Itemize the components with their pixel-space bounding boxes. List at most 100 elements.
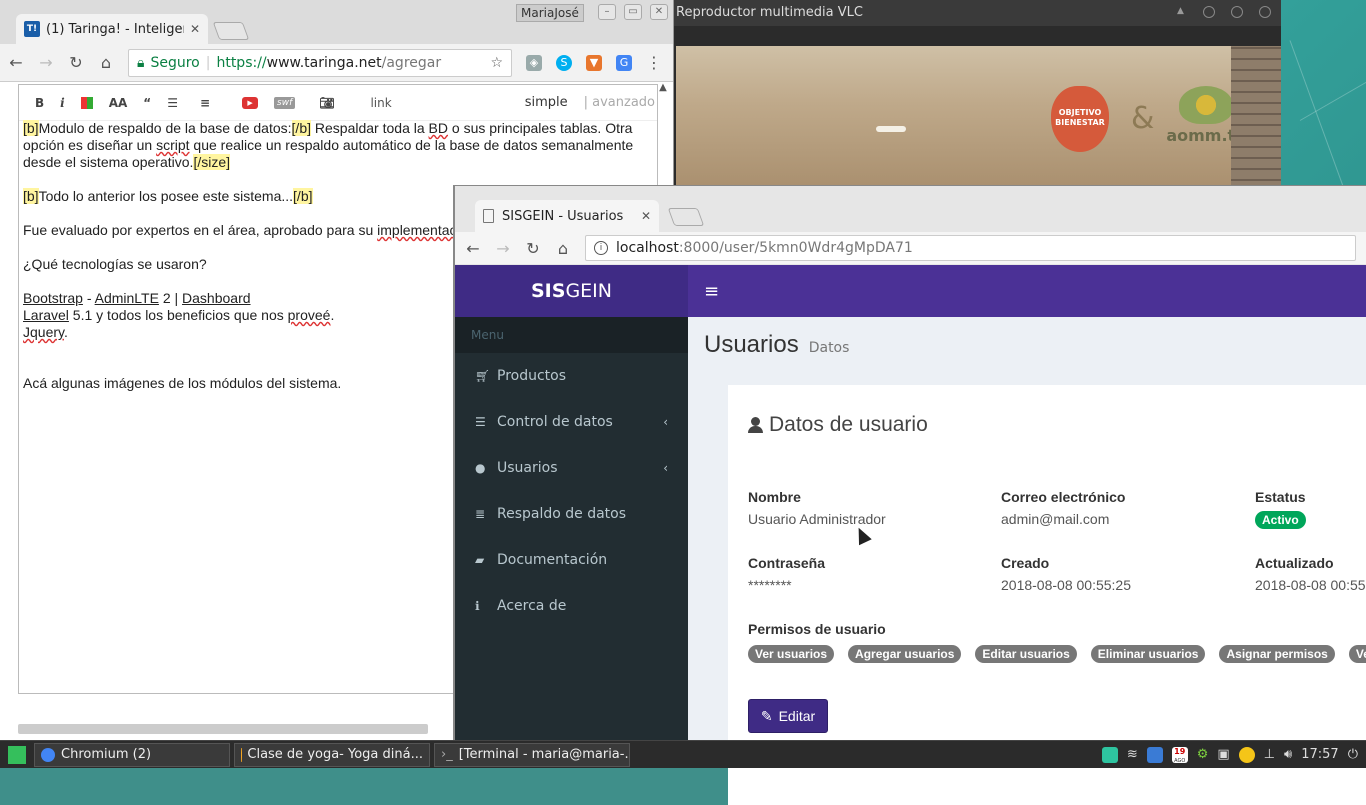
link-button[interactable]: link xyxy=(370,96,391,110)
home-icon[interactable]: ⌂ xyxy=(98,53,114,72)
task-vlc[interactable]: Clase de yoga- Yoga diná... xyxy=(234,743,430,767)
user-icon xyxy=(748,417,763,433)
document-icon xyxy=(483,209,494,223)
new-tab-button[interactable] xyxy=(213,22,250,40)
tab-sisgein[interactable]: SISGEIN - Usuarios ✕ xyxy=(475,200,659,232)
sidebar-item-usuarios[interactable]: ●Usuarios‹ xyxy=(455,445,688,491)
tab-title: (1) Taringa! - Inteligenc xyxy=(46,22,184,37)
skype-icon[interactable]: S xyxy=(556,55,572,71)
reload-icon[interactable]: ↻ xyxy=(68,53,84,72)
field-correo: Correo electrónicoadmin@mail.com xyxy=(1001,489,1125,527)
task-terminal[interactable]: ›_[Terminal - maria@maria-... xyxy=(434,743,630,767)
top-navbar: ≡ xyxy=(688,265,1366,317)
camera-icon[interactable]: 📷︎ xyxy=(319,96,334,110)
info-icon[interactable]: i xyxy=(594,241,608,255)
permission-badge: Ver xyxy=(1349,645,1366,663)
youtube-icon[interactable]: ▶ xyxy=(242,97,258,109)
page-title: Usuarios xyxy=(704,331,799,359)
sidebar-item-productos[interactable]: 🛒︎Productos xyxy=(455,353,688,399)
advanced-mode-button[interactable]: | avanzado xyxy=(584,95,657,110)
chevron-left-icon: ‹ xyxy=(663,415,668,429)
taskbar: Chromium (2) Clase de yoga- Yoga diná...… xyxy=(0,740,1366,768)
forward-icon[interactable]: → xyxy=(38,53,54,72)
maximize-button[interactable]: ▭ xyxy=(624,4,642,20)
task-chromium[interactable]: Chromium (2) xyxy=(34,743,230,767)
chat-icon[interactable] xyxy=(1102,747,1118,763)
taringa-favicon: T! xyxy=(24,21,40,37)
forward-icon[interactable]: → xyxy=(495,239,511,258)
profile-badge[interactable]: MariaJosé xyxy=(516,4,584,22)
clipboard-icon[interactable]: ▣ xyxy=(1217,747,1229,762)
clock[interactable]: 17:57 xyxy=(1301,747,1338,762)
sisgein-browser-window[interactable]: SISGEIN - Usuarios ✕ ← → ↻ ⌂ i localhost… xyxy=(453,185,1366,740)
address-bar[interactable]: i localhost:8000/user/5kmn0Wdr4gMpDA71 xyxy=(585,235,1356,261)
brand-logo[interactable]: SISGEIN xyxy=(455,265,688,317)
media-player-icon[interactable] xyxy=(1239,747,1255,763)
field-estatus: EstatusActivo xyxy=(1255,489,1306,529)
edit-button[interactable]: ✎Editar xyxy=(748,699,828,733)
start-menu-button[interactable] xyxy=(0,741,34,769)
list-icon[interactable]: ☰ xyxy=(167,96,178,110)
ampersand: & xyxy=(1131,101,1154,136)
italic-button[interactable]: i xyxy=(60,96,65,110)
box-title: Datos de usuario xyxy=(769,413,928,437)
gitlab-icon[interactable]: ▼ xyxy=(586,55,602,71)
horizontal-scrollbar[interactable] xyxy=(18,724,428,734)
quote-button[interactable]: “ xyxy=(143,96,151,110)
bold-button[interactable]: B xyxy=(35,96,44,110)
permissions-label: Permisos de usuario xyxy=(748,621,886,643)
font-size-button[interactable]: AA xyxy=(109,96,128,110)
wifi-icon[interactable]: ≋ xyxy=(1127,747,1138,762)
back-icon[interactable]: ← xyxy=(465,239,481,258)
sidebar-item-control-datos[interactable]: ☰Control de datos‹ xyxy=(455,399,688,445)
cart-icon: 🛒︎ xyxy=(475,369,497,383)
database-icon: ≣ xyxy=(475,507,497,521)
color-grid-icon[interactable] xyxy=(81,97,93,109)
translate-icon[interactable]: G xyxy=(616,55,632,71)
vlc-circle-button[interactable] xyxy=(1203,6,1215,18)
bookmark-star-icon[interactable]: ☆ xyxy=(490,55,503,71)
vlc-close-button[interactable] xyxy=(1259,6,1271,18)
scroll-up-arrow[interactable]: ▲ xyxy=(657,82,669,112)
page-subtitle: Datos xyxy=(809,340,850,356)
sidebar-item-acerca[interactable]: ℹAcerca de xyxy=(455,583,688,629)
permission-badge: Ver usuarios xyxy=(748,645,834,663)
sisgein-app: SISGEIN ≡ Menu 🛒︎Productos ☰Control de d… xyxy=(455,265,1366,740)
close-tab-icon[interactable]: ✕ xyxy=(190,22,200,36)
sidebar-item-documentacion[interactable]: ▰Documentación xyxy=(455,537,688,583)
power-icon[interactable]: ⏻ xyxy=(1348,747,1358,762)
menu-dots-icon[interactable]: ⋮ xyxy=(646,53,662,72)
volume-icon[interactable]: 🔊︎ xyxy=(1284,747,1292,762)
vlc-window[interactable]: Reproductor multimedia VLC ▲ OBJETIVO BI… xyxy=(672,0,1281,190)
hamburger-menu-icon[interactable]: ≡ xyxy=(704,281,719,302)
screenshot-icon[interactable] xyxy=(1147,747,1163,763)
calendar-icon[interactable]: 19AGO xyxy=(1172,747,1188,763)
simple-mode-button[interactable]: simple xyxy=(525,95,568,110)
user-icon: ● xyxy=(475,461,497,475)
close-tab-icon[interactable]: ✕ xyxy=(641,209,651,223)
field-actualizado: Actualizado2018-08-08 00:55 xyxy=(1255,555,1366,593)
home-icon[interactable]: ⌂ xyxy=(555,239,571,258)
status-badge: Activo xyxy=(1255,511,1306,529)
vlc-maximize-button[interactable] xyxy=(1231,6,1243,18)
sidebar-item-respaldo[interactable]: ≣Respaldo de datos xyxy=(455,491,688,537)
field-nombre: NombreUsuario Administrador xyxy=(748,489,886,527)
settings-gear-icon[interactable]: ⚙ xyxy=(1197,747,1209,762)
close-window-button[interactable]: ✕ xyxy=(650,4,668,20)
network-icon[interactable]: ⊥ xyxy=(1264,747,1275,762)
align-icon[interactable]: ≡ xyxy=(200,96,210,110)
tab-taringa[interactable]: T! (1) Taringa! - Inteligenc ✕ xyxy=(16,14,208,44)
list-icon: ☰ xyxy=(475,415,497,429)
reload-icon[interactable]: ↻ xyxy=(525,239,541,258)
back-icon[interactable]: ← xyxy=(8,53,24,72)
book-icon: ▰ xyxy=(475,553,497,567)
swf-button[interactable]: swf xyxy=(274,97,295,109)
address-bar[interactable]: 🔒︎ Seguro | https://www.taringa.net/agre… xyxy=(128,49,512,77)
vlc-minimize-button[interactable]: ▲ xyxy=(1177,6,1187,16)
new-tab-button[interactable] xyxy=(668,208,705,226)
shield-extension-icon[interactable]: ◈ xyxy=(526,55,542,71)
minimize-button[interactable]: – xyxy=(598,4,616,20)
info-icon: ℹ xyxy=(475,599,497,613)
editor-toolbar: B i AA “ ☰ ≡ ▶ swf 📷︎ link simple | avan… xyxy=(19,85,657,121)
video-frame[interactable]: OBJETIVO BIENESTAR & aomm.tv xyxy=(676,46,1281,190)
